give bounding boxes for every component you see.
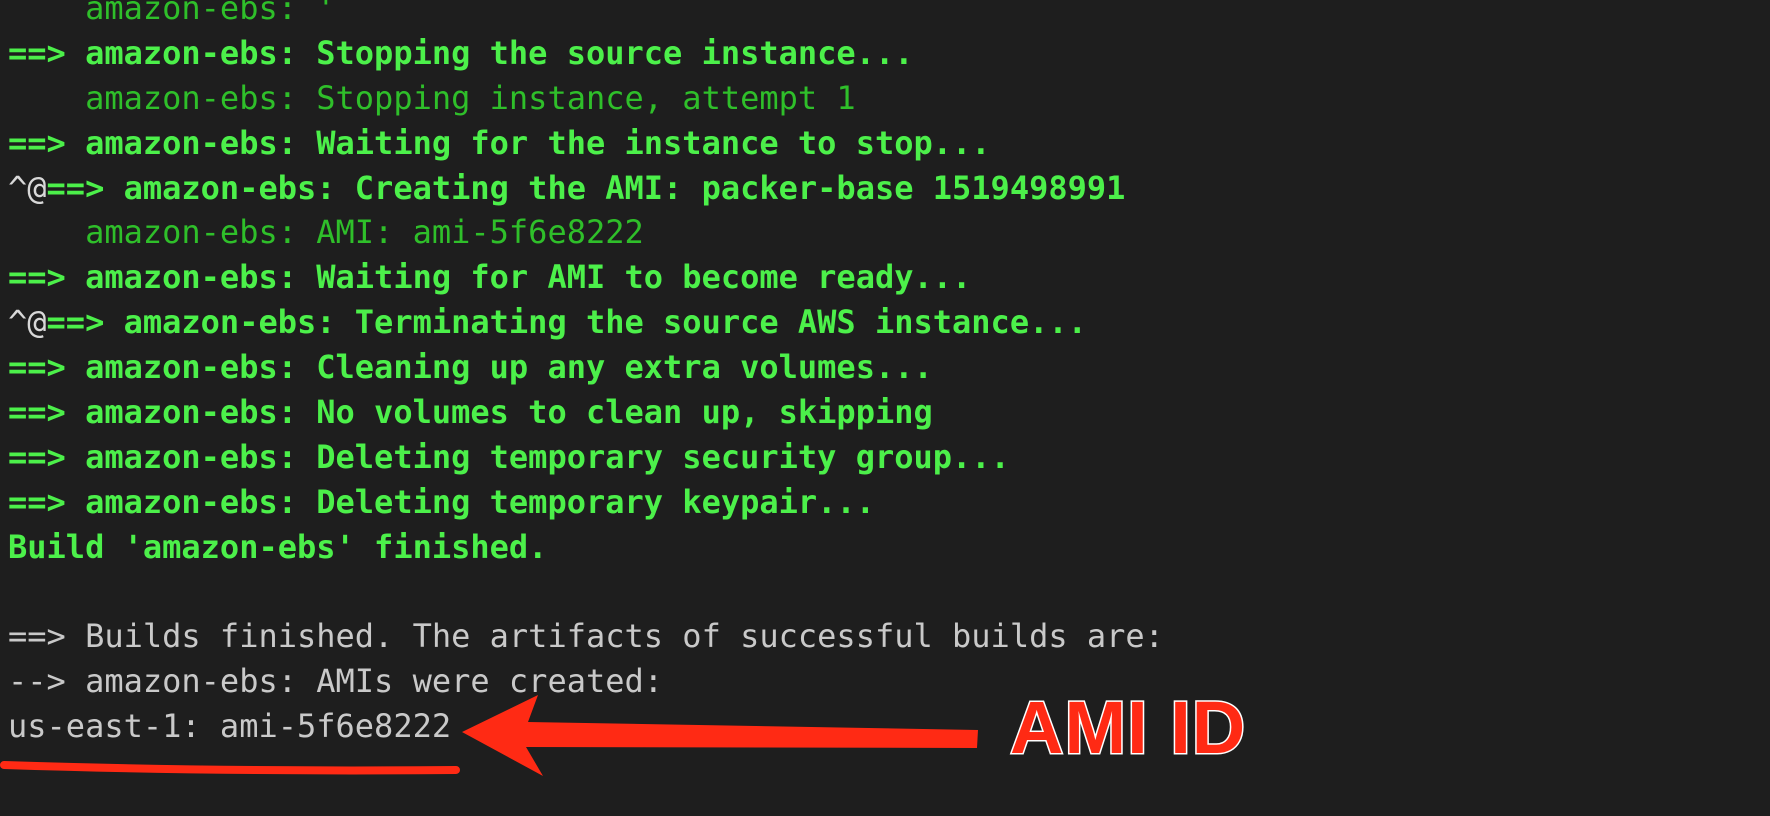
- terminal-line-text: amazon-ebs: ': [8, 0, 336, 27]
- terminal-line-text: amazon-ebs: AMI: ami-5f6e8222: [8, 213, 644, 252]
- terminal-line: amazon-ebs: ': [8, 0, 1164, 31]
- terminal-output: amazon-ebs: ' ==> amazon-ebs: Stopping th…: [8, 0, 1164, 749]
- terminal-line-text: ==> amazon-ebs: Waiting for the instance…: [8, 123, 991, 162]
- terminal-line-text: us-east-1: ami-5f6e8222: [8, 707, 452, 746]
- control-char-prefix: ^@: [8, 168, 47, 207]
- terminal-line-text: ==> amazon-ebs: Deleting temporary keypa…: [8, 482, 875, 521]
- terminal-line-text: ==> amazon-ebs: Waiting for AMI to becom…: [8, 258, 972, 297]
- terminal-line: us-east-1: ami-5f6e8222: [8, 704, 1164, 749]
- underline-mark: [0, 761, 460, 775]
- terminal-line: ==> amazon-ebs: Deleting temporary keypa…: [8, 480, 1164, 525]
- ami-id-annotation-label: AMI ID: [1008, 686, 1247, 769]
- terminal-line-text: ==> Builds finished. The artifacts of su…: [8, 617, 1164, 656]
- terminal-line: ==> amazon-ebs: Stopping the source inst…: [8, 31, 1164, 76]
- terminal-window[interactable]: amazon-ebs: ' ==> amazon-ebs: Stopping th…: [0, 0, 1770, 816]
- terminal-line-text: Build 'amazon-ebs' finished.: [8, 527, 548, 566]
- terminal-line: amazon-ebs: AMI: ami-5f6e8222: [8, 210, 1164, 255]
- terminal-line-text: ==> amazon-ebs: Terminating the source A…: [46, 303, 1087, 342]
- terminal-line: ==> amazon-ebs: Waiting for the instance…: [8, 121, 1164, 166]
- terminal-line: ==> amazon-ebs: Cleaning up any extra vo…: [8, 345, 1164, 390]
- terminal-line-text: ==> amazon-ebs: Cleaning up any extra vo…: [8, 348, 933, 387]
- terminal-line-text: --> amazon-ebs: AMIs were created:: [8, 662, 664, 701]
- terminal-line: --> amazon-ebs: AMIs were created:: [8, 659, 1164, 704]
- terminal-line: ^@==> amazon-ebs: Terminating the source…: [8, 300, 1164, 345]
- terminal-line-text: ==> amazon-ebs: Deleting temporary secur…: [8, 437, 1010, 476]
- terminal-line-text: ==> amazon-ebs: No volumes to clean up, …: [8, 393, 933, 432]
- terminal-line: ^@==> amazon-ebs: Creating the AMI: pack…: [8, 166, 1164, 211]
- control-char-prefix: ^@: [8, 303, 47, 342]
- terminal-line: ==> Builds finished. The artifacts of su…: [8, 614, 1164, 659]
- terminal-line-text: ==> amazon-ebs: Creating the AMI: packer…: [46, 168, 1126, 207]
- terminal-line: ==> amazon-ebs: No volumes to clean up, …: [8, 390, 1164, 435]
- terminal-line: ==> amazon-ebs: Waiting for AMI to becom…: [8, 255, 1164, 300]
- terminal-line-text: ==> amazon-ebs: Stopping the source inst…: [8, 33, 914, 72]
- terminal-line: Build 'amazon-ebs' finished.: [8, 525, 1164, 570]
- terminal-line-text: amazon-ebs: Stopping instance, attempt 1: [8, 78, 856, 117]
- terminal-line: amazon-ebs: Stopping instance, attempt 1: [8, 76, 1164, 121]
- terminal-line: ==> amazon-ebs: Deleting temporary secur…: [8, 435, 1164, 480]
